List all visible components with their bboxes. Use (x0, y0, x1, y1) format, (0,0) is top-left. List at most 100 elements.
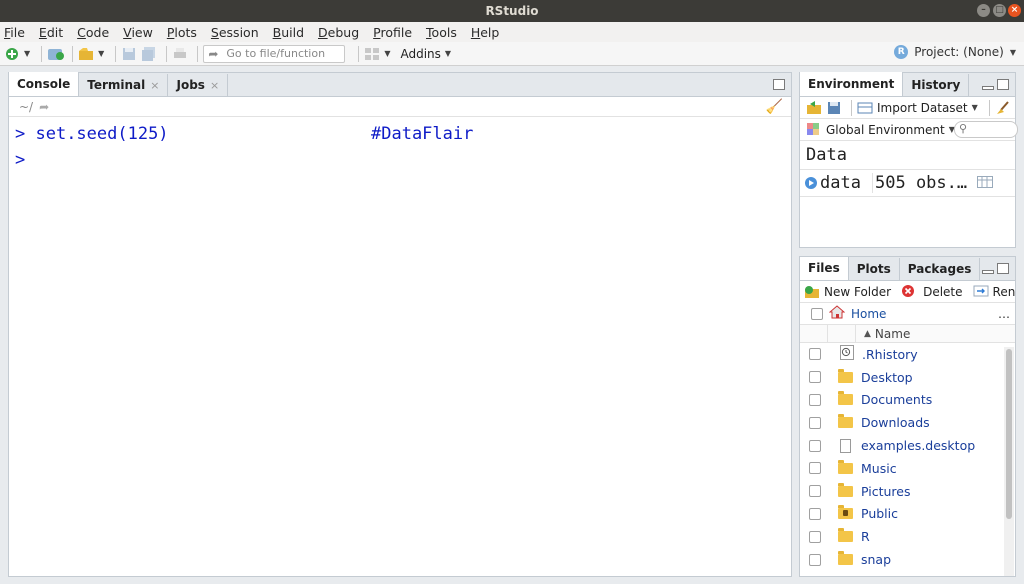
menu-tools[interactable]: Tools (426, 25, 457, 40)
sort-ascending-icon[interactable]: ▲ (864, 329, 871, 339)
menu-debug[interactable]: Debug (318, 25, 359, 40)
list-item[interactable]: Downloads (800, 411, 1015, 434)
environment-search-input[interactable]: ⚲ (954, 121, 1018, 138)
home-icon[interactable] (828, 305, 846, 322)
breadcrumb: Home … (800, 303, 1015, 325)
chevron-down-icon[interactable]: ▼ (24, 49, 30, 58)
save-all-icon[interactable] (141, 46, 157, 62)
list-item[interactable]: Public (800, 503, 1015, 526)
file-name[interactable]: Documents (861, 392, 932, 407)
expand-icon[interactable] (805, 177, 817, 189)
close-window-button[interactable]: × (1008, 4, 1021, 17)
chevron-down-icon[interactable]: ▼ (972, 103, 978, 112)
delete-button[interactable]: Delete (923, 285, 962, 299)
list-item[interactable]: Pictures (800, 480, 1015, 503)
menu-file[interactable]: File (4, 25, 25, 40)
addins-button[interactable]: Addins (400, 47, 440, 61)
console-output[interactable]: > set.seed(125) #DataFlair > (9, 117, 791, 177)
file-name[interactable]: Desktop (861, 370, 913, 385)
save-icon[interactable] (121, 46, 137, 62)
minimize-pane-icon[interactable] (982, 270, 994, 274)
files-scrollbar[interactable] (1004, 347, 1014, 576)
new-project-icon[interactable] (47, 46, 65, 62)
global-environment-dropdown[interactable]: Global Environment (826, 123, 945, 137)
more-options-button[interactable]: … (998, 307, 1010, 321)
list-item[interactable]: Music (800, 457, 1015, 480)
row-checkbox[interactable] (809, 462, 821, 475)
file-name[interactable]: R (861, 529, 870, 544)
chevron-down-icon[interactable]: ▼ (98, 49, 104, 58)
row-checkbox[interactable] (809, 393, 821, 406)
close-icon[interactable]: × (150, 79, 159, 92)
import-dataset-button[interactable]: Import Dataset (877, 101, 968, 115)
view-table-icon[interactable] (977, 173, 994, 193)
maximize-window-button[interactable]: □ (993, 4, 1006, 17)
row-checkbox[interactable] (809, 371, 821, 384)
clear-console-icon[interactable]: 🧹 (766, 99, 783, 115)
load-workspace-icon[interactable] (806, 100, 822, 116)
tab-plots[interactable]: Plots (849, 258, 900, 280)
pane-window-controls (770, 79, 785, 90)
minimize-pane-icon[interactable] (982, 86, 994, 90)
name-column-header[interactable]: Name (875, 327, 910, 341)
row-checkbox[interactable] (809, 439, 821, 452)
menu-build[interactable]: Build (273, 25, 304, 40)
maximize-pane-icon[interactable] (997, 263, 1009, 274)
list-item[interactable]: Desktop (800, 366, 1015, 389)
grid-layout-icon[interactable] (364, 46, 380, 62)
scrollbar-thumb[interactable] (1006, 349, 1012, 519)
project-menu[interactable]: R Project: (None) ▼ (894, 45, 1016, 59)
list-item[interactable]: snap (800, 548, 1015, 571)
broom-icon[interactable] (995, 100, 1011, 116)
file-name[interactable]: examples.desktop (861, 438, 975, 453)
go-to-file-input[interactable]: ➦ Go to file/function (203, 44, 346, 63)
list-item[interactable]: examples.desktop (800, 434, 1015, 457)
file-name[interactable]: snap (861, 552, 891, 567)
list-item[interactable]: Documents (800, 389, 1015, 412)
list-item[interactable]: R (800, 525, 1015, 548)
file-name[interactable]: Public (861, 506, 898, 521)
menu-profile[interactable]: Profile (373, 25, 412, 40)
new-file-icon[interactable] (4, 46, 20, 62)
tab-files[interactable]: Files (800, 257, 849, 280)
go-to-directory-icon[interactable]: ➦ (39, 100, 49, 114)
row-checkbox[interactable] (809, 416, 821, 429)
save-icon[interactable] (826, 100, 842, 116)
close-icon[interactable]: × (210, 79, 219, 92)
minimize-window-button[interactable]: – (977, 4, 990, 17)
working-directory[interactable]: ~/ (19, 100, 33, 114)
menu-edit[interactable]: Edit (39, 25, 63, 40)
row-checkbox[interactable] (809, 507, 821, 520)
menu-help[interactable]: Help (471, 25, 500, 40)
tab-jobs[interactable]: Jobs × (168, 74, 229, 96)
rename-button[interactable]: Rena (993, 285, 1015, 299)
row-checkbox[interactable] (809, 348, 821, 361)
row-checkbox[interactable] (809, 553, 821, 566)
maximize-pane-icon[interactable] (997, 79, 1009, 90)
tab-terminal[interactable]: Terminal × (79, 74, 169, 96)
menu-view[interactable]: View (123, 25, 153, 40)
select-all-checkbox[interactable] (811, 307, 823, 320)
breadcrumb-home-link[interactable]: Home (851, 307, 886, 321)
file-name[interactable]: .Rhistory (862, 347, 918, 362)
row-checkbox[interactable] (809, 530, 821, 543)
chevron-down-icon[interactable]: ▼ (445, 49, 451, 58)
tab-console[interactable]: Console (9, 72, 80, 96)
row-checkbox[interactable] (809, 485, 821, 498)
open-folder-icon[interactable] (78, 46, 94, 62)
menu-plots[interactable]: Plots (167, 25, 197, 40)
file-name[interactable]: Downloads (861, 415, 930, 430)
new-folder-button[interactable]: New Folder (824, 285, 891, 299)
tab-environment[interactable]: Environment (800, 72, 904, 96)
file-name[interactable]: Pictures (861, 484, 911, 499)
tab-packages[interactable]: Packages (900, 258, 981, 280)
menu-session[interactable]: Session (211, 25, 259, 40)
tab-history[interactable]: History (903, 74, 970, 96)
menu-code[interactable]: Code (77, 25, 109, 40)
list-item[interactable]: .Rhistory (800, 343, 1015, 366)
restore-pane-icon[interactable] (773, 79, 785, 90)
chevron-down-icon[interactable]: ▼ (384, 49, 390, 58)
print-icon[interactable] (172, 46, 188, 62)
environment-row[interactable]: data 505 obs.… (800, 169, 1015, 197)
file-name[interactable]: Music (861, 461, 897, 476)
